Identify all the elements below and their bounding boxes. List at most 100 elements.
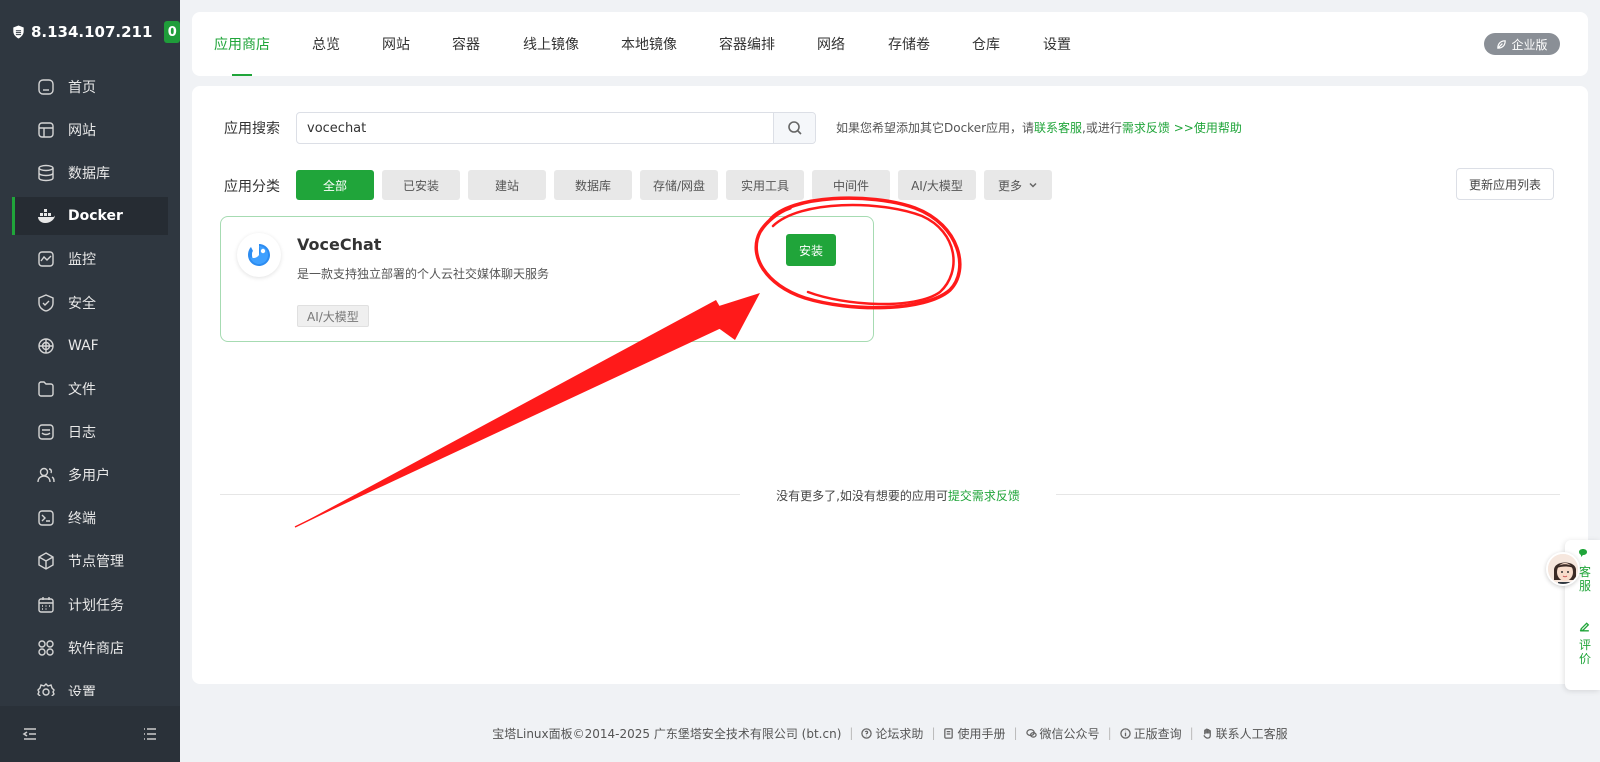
tab-container[interactable]: 容器 [452,12,480,76]
hand-icon [1202,728,1211,739]
folder-icon [38,381,54,397]
collapse-sidebar-icon[interactable] [22,726,38,742]
category-storage[interactable]: 存储/网盘 [640,170,718,200]
tab-overview[interactable]: 总览 [312,12,340,76]
shield-logo-icon [13,25,24,39]
question-icon [861,727,873,739]
book-icon [944,727,954,739]
tab-app-store[interactable]: 应用商店 [214,12,270,76]
enterprise-badge[interactable]: 企业版 [1484,33,1560,55]
calendar-icon [38,597,54,613]
edit-review-icon[interactable] [1578,620,1591,633]
sidebar-item-monitor[interactable]: 监控 [12,240,168,278]
app-tag: AI/大模型 [297,305,369,327]
category-ai[interactable]: AI/大模型 [898,170,976,200]
sidebar-item-label: 日志 [68,425,96,441]
customer-service-label[interactable]: 客服 [1577,565,1593,593]
refresh-app-list-button[interactable]: 更新应用列表 [1456,168,1554,200]
category-installed[interactable]: 已安装 [382,170,460,200]
sidebar-item-label: 数据库 [68,166,110,182]
tab-network[interactable]: 网络 [817,12,845,76]
main-panel: 应用搜索 如果您希望添加其它Docker应用，请联系客服,或进行需求反馈 >>使… [192,86,1588,684]
sidebar-item-website[interactable]: 网站 [12,111,168,149]
notification-badge[interactable]: 0 [164,21,180,43]
sidebar-item-cron[interactable]: 计划任务 [12,586,168,624]
category-database[interactable]: 数据库 [554,170,632,200]
footer-link-label: 正版查询 [1133,726,1182,741]
sidebar-item-settings[interactable]: 设置 [12,672,168,696]
footer-link-wechat[interactable]: 微信公众号 [1025,725,1100,742]
sidebar-item-nodes[interactable]: 节点管理 [12,542,168,580]
search-input[interactable] [297,113,773,143]
feedback-link[interactable]: 需求反馈 [1122,121,1170,135]
search-button[interactable] [773,113,815,143]
leaf-icon [1497,39,1507,49]
category-tools[interactable]: 实用工具 [726,170,804,200]
contact-support-link[interactable]: 联系客服 [1034,121,1082,135]
tab-compose[interactable]: 容器编排 [719,12,775,76]
sidebar-item-users[interactable]: 多用户 [12,456,168,494]
submit-feedback-link[interactable]: 提交需求反馈 [948,487,1020,504]
footer-separator: | [1189,726,1194,740]
tab-volumes[interactable]: 存储卷 [888,12,930,76]
page-footer: 宝塔Linux面板©2014-2025 广东堡塔安全技术有限公司 (bt.cn)… [180,723,1600,743]
vocechat-logo-icon [248,244,270,266]
apps-icon [38,640,54,656]
sidebar-item-files[interactable]: 文件 [12,370,168,408]
sidebar-item-waf[interactable]: WAF [12,327,168,365]
server-ip[interactable]: 8.134.107.211 [31,23,152,41]
tab-registry[interactable]: 仓库 [972,12,1000,76]
info-icon [1119,727,1131,739]
sidebar-item-logs[interactable]: 日志 [12,413,168,451]
sidebar-item-label: WAF [68,338,99,354]
footer-link-forum[interactable]: 论坛求助 [861,725,923,742]
search-label: 应用搜索 [224,121,280,137]
review-label[interactable]: 评价 [1577,638,1593,666]
category-middleware[interactable]: 中间件 [812,170,890,200]
footer-link-label: 使用手册 [957,726,1006,741]
sidebar-item-label: 安全 [68,296,96,312]
menu-list-icon[interactable] [142,726,158,742]
sidebar-item-label: 监控 [68,252,96,268]
app-description: 是一款支持独立部署的个人云社交媒体聊天服务 [297,267,550,281]
sidebar-item-home[interactable]: 首页 [12,68,168,106]
monitor-icon [38,251,54,267]
shield-icon [38,294,54,312]
help-link[interactable]: >>使用帮助 [1170,121,1242,135]
home-icon [38,79,54,95]
category-more-label: 更多 [997,178,1022,193]
sidebar-item-label: 软件商店 [68,641,124,657]
log-icon [38,424,54,440]
install-button[interactable]: 安装 [786,234,836,266]
tab-settings[interactable]: 设置 [1043,12,1071,76]
sidebar-item-database[interactable]: 数据库 [12,154,168,192]
users-icon [37,467,55,483]
category-website[interactable]: 建站 [468,170,546,200]
tab-local-images[interactable]: 本地镜像 [621,12,677,76]
server-header: 8.134.107.211 0 [0,0,180,64]
sidebar-item-security[interactable]: 安全 [12,284,168,322]
top-nav: 应用商店 总览 网站 容器 线上镜像 本地镜像 容器编排 网络 存储卷 仓库 设… [192,12,1588,76]
sidebar-item-label: 设置 [68,685,96,696]
sidebar-item-software-store[interactable]: 软件商店 [12,629,168,667]
sidebar-item-label: 节点管理 [68,554,124,570]
footer-link-support[interactable]: 联系人工客服 [1202,725,1288,742]
footer-separator: | [1013,726,1018,740]
footer-link-manual[interactable]: 使用手册 [943,725,1006,742]
footer-separator: | [931,726,936,740]
support-avatar[interactable] [1546,552,1580,586]
copyright-text: 宝塔Linux面板©2014-2025 广东堡塔安全技术有限公司 (bt.cn) [492,726,842,741]
category-all[interactable]: 全部 [296,170,374,200]
footer-link-license[interactable]: 正版查询 [1119,725,1182,742]
category-more[interactable]: 更多 [984,170,1052,200]
docker-icon [38,209,55,223]
sidebar-item-terminal[interactable]: 终端 [12,499,168,537]
app-card-vocechat[interactable]: VoceChat 是一款支持独立部署的个人云社交媒体聊天服务 AI/大模型 [220,216,874,342]
no-more-text: 没有更多了,如没有想要的应用可 [776,488,948,503]
sidebar-item-label: 首页 [68,80,96,96]
tab-website[interactable]: 网站 [382,12,410,76]
tab-online-images[interactable]: 线上镜像 [523,12,579,76]
wechat-icon [1025,728,1037,738]
vocechat-logo [237,233,281,277]
sidebar-item-docker[interactable]: Docker [12,197,168,235]
